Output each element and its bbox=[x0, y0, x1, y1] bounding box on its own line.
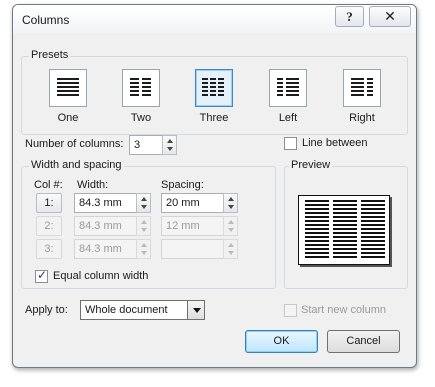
checkmark-icon: ✓ bbox=[37, 268, 48, 282]
presets-label: Presets bbox=[29, 49, 71, 61]
preset-left-icon bbox=[277, 78, 283, 98]
width-spacing-label: Width and spacing bbox=[29, 159, 124, 171]
spin-up-icon bbox=[228, 220, 234, 224]
preset-two[interactable] bbox=[122, 69, 160, 107]
columns-dialog: Columns ? ✕ Presets One Two Three Left R… bbox=[12, 4, 417, 368]
equal-column-width-label: Equal column width bbox=[53, 270, 149, 282]
preset-three[interactable] bbox=[195, 69, 233, 107]
col-3-width-input[interactable]: 84.3 mm bbox=[74, 239, 137, 259]
preset-three-icon-col3 bbox=[218, 78, 224, 98]
col-1-button[interactable]: 1: bbox=[36, 193, 62, 213]
col-2-width-spinner[interactable] bbox=[136, 216, 151, 236]
spin-up-icon bbox=[228, 197, 234, 201]
spin-down-icon bbox=[141, 228, 147, 232]
cancel-button[interactable]: Cancel bbox=[327, 330, 400, 353]
close-button[interactable]: ✕ bbox=[369, 6, 411, 27]
line-between-label: Line between bbox=[302, 137, 368, 149]
chevron-down-icon[interactable] bbox=[187, 300, 205, 320]
preset-right-label: Right bbox=[349, 112, 375, 124]
col-3-spacing-spinner[interactable] bbox=[223, 239, 238, 259]
close-icon: ✕ bbox=[384, 8, 396, 24]
col-3-button[interactable]: 3: bbox=[36, 239, 62, 259]
col-2-spacing-spinner[interactable] bbox=[223, 216, 238, 236]
preset-one-label: One bbox=[57, 112, 79, 124]
preset-left-label: Left bbox=[278, 112, 298, 124]
spin-down-icon bbox=[228, 251, 234, 255]
preview-page bbox=[298, 195, 390, 265]
preview-column-3 bbox=[361, 200, 385, 260]
spacing-header: Spacing: bbox=[161, 179, 204, 191]
spin-up-icon bbox=[141, 243, 147, 247]
preset-right[interactable] bbox=[343, 69, 381, 107]
preset-three-icon bbox=[202, 78, 208, 98]
number-of-columns-label: Number of columns: bbox=[25, 138, 124, 150]
preview-label: Preview bbox=[289, 159, 333, 171]
preset-right-icon-col2 bbox=[367, 78, 373, 98]
col-1-width-input[interactable]: 84.3 mm bbox=[74, 193, 137, 213]
start-new-column-checkbox[interactable] bbox=[284, 304, 297, 317]
start-new-column-label: Start new column bbox=[301, 304, 386, 316]
preset-one-icon bbox=[57, 78, 79, 98]
spin-up-icon bbox=[141, 197, 147, 201]
preset-three-icon-col2 bbox=[210, 78, 216, 98]
apply-to-label: Apply to: bbox=[25, 304, 68, 316]
col-2-width-input[interactable]: 84.3 mm bbox=[74, 216, 137, 236]
width-header: Width: bbox=[77, 179, 109, 191]
col-1-spacing-input[interactable]: 20 mm bbox=[161, 193, 224, 213]
col-2-button[interactable]: 2: bbox=[36, 216, 62, 236]
preset-two-icon-col2 bbox=[142, 78, 151, 98]
title-bar: Columns ? ✕ bbox=[13, 5, 416, 33]
spin-down-icon bbox=[141, 251, 147, 255]
col-3-spacing-input[interactable] bbox=[161, 239, 224, 259]
number-of-columns-input[interactable]: 3 bbox=[129, 135, 164, 155]
line-between-checkbox[interactable] bbox=[284, 137, 297, 150]
preset-left-icon-col2 bbox=[286, 78, 299, 98]
spin-down-icon bbox=[141, 205, 147, 209]
col-header: Col #: bbox=[34, 179, 63, 191]
preset-right-icon bbox=[351, 78, 364, 98]
spin-down-icon bbox=[228, 228, 234, 232]
spin-up-icon bbox=[167, 139, 173, 143]
preset-one[interactable] bbox=[49, 69, 87, 107]
number-of-columns-spinner[interactable] bbox=[162, 135, 177, 155]
preset-two-label: Two bbox=[130, 112, 152, 124]
spin-up-icon bbox=[228, 243, 234, 247]
spin-down-icon bbox=[167, 147, 173, 151]
col-2-spacing-input[interactable]: 12 mm bbox=[161, 216, 224, 236]
spin-up-icon bbox=[141, 220, 147, 224]
col-1-spacing-spinner[interactable] bbox=[223, 193, 238, 213]
col-3-width-spinner[interactable] bbox=[136, 239, 151, 259]
preset-left[interactable] bbox=[269, 69, 307, 107]
dialog-title: Columns bbox=[22, 13, 70, 27]
ok-button[interactable]: OK bbox=[245, 330, 318, 353]
help-button[interactable]: ? bbox=[335, 6, 364, 27]
preview-column-2 bbox=[333, 200, 357, 260]
preset-two-icon bbox=[130, 78, 139, 98]
equal-column-width-checkbox[interactable]: ✓ bbox=[35, 268, 48, 283]
col-1-width-spinner[interactable] bbox=[136, 193, 151, 213]
preset-three-label: Three bbox=[199, 112, 229, 124]
spin-down-icon bbox=[228, 205, 234, 209]
preview-column-1 bbox=[305, 200, 329, 260]
apply-to-select[interactable]: Whole document bbox=[80, 300, 188, 320]
